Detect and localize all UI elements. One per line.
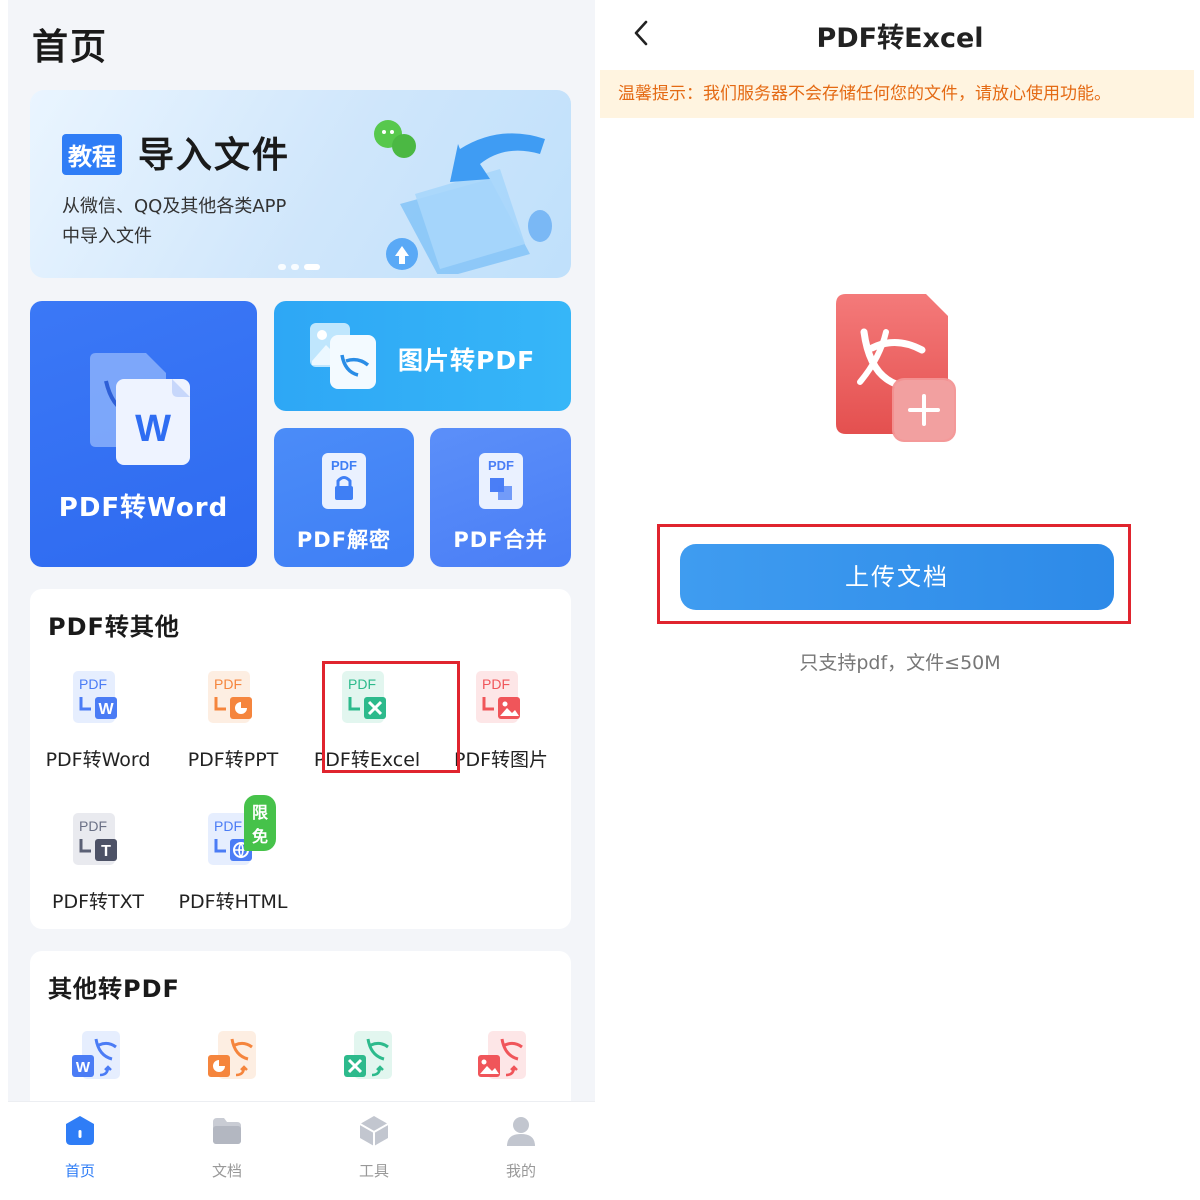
item-label: PDF转Word bbox=[45, 749, 151, 771]
carousel-dot[interactable] bbox=[278, 264, 286, 270]
privacy-notice: 温馨提示：我们服务器不会存储任何您的文件，请放心使用功能。 bbox=[600, 70, 1194, 118]
pdf-to-word-tile[interactable]: W PDF转Word bbox=[30, 301, 257, 567]
svg-text:PDF: PDF bbox=[214, 818, 242, 834]
excel-to-pdf-icon[interactable] bbox=[340, 1029, 396, 1085]
svg-text:T: T bbox=[101, 843, 111, 860]
pdf-to-image-icon: PDF bbox=[476, 671, 520, 723]
tab-home[interactable]: 首页 bbox=[40, 1114, 120, 1181]
import-illustration-icon bbox=[374, 120, 552, 274]
tab-label: 工具 bbox=[358, 1162, 389, 1180]
banner-subtitle-line: 从微信、QQ及其他各类APP bbox=[62, 196, 287, 217]
pdf-to-ppt-item[interactable]: PDF PDF转PPT bbox=[168, 669, 298, 772]
item-label: PDF转TXT bbox=[52, 891, 144, 913]
svg-text:W: W bbox=[135, 408, 171, 450]
pdf-to-txt-item[interactable]: PDF T PDF转TXT bbox=[33, 811, 163, 914]
pdf-to-word-icon: PDF W bbox=[73, 671, 117, 723]
svg-text:PDF: PDF bbox=[214, 676, 242, 692]
banner-subtitle-line: 中导入文件 bbox=[62, 226, 152, 247]
carousel-dots[interactable] bbox=[278, 264, 320, 270]
highlight-box-pdf-to-excel bbox=[322, 661, 460, 773]
svg-text:PDF: PDF bbox=[79, 676, 107, 692]
pdf-word-doc-icon: W bbox=[90, 353, 190, 465]
free-badge: 限免 bbox=[244, 795, 277, 851]
merge-doc-icon: PDF bbox=[479, 453, 523, 509]
image-to-pdf-icon bbox=[310, 323, 376, 389]
lock-doc-icon: PDF bbox=[322, 453, 366, 509]
screen-title: PDF转Excel bbox=[816, 23, 984, 54]
svg-text:W: W bbox=[98, 701, 114, 718]
tab-profile[interactable]: 我的 bbox=[481, 1114, 561, 1181]
tutorial-banner[interactable]: 教程 导入文件 从微信、QQ及其他各类APP 中导入文件 bbox=[30, 90, 571, 278]
image-to-pdf-icon[interactable] bbox=[474, 1029, 530, 1085]
folder-icon bbox=[213, 1118, 241, 1144]
pdf-to-txt-icon: PDF T bbox=[73, 813, 117, 865]
pdf-to-word-label: PDF转Word bbox=[58, 493, 229, 523]
tutorial-tag: 教程 bbox=[62, 134, 122, 175]
add-pdf-icon[interactable] bbox=[834, 292, 964, 452]
section-title: 其他转PDF bbox=[48, 975, 180, 1003]
image-to-pdf-tile[interactable]: 图片转PDF bbox=[274, 301, 571, 411]
pdf-merge-label: PDF合并 bbox=[453, 528, 548, 552]
svg-text:PDF: PDF bbox=[79, 818, 107, 834]
pdf-to-html-item[interactable]: PDF 限免 PDF转HTML bbox=[168, 795, 298, 914]
carousel-dot-active[interactable] bbox=[304, 264, 320, 270]
page-title: 首页 bbox=[32, 27, 109, 68]
pdf-to-word-item[interactable]: PDF W PDF转Word bbox=[33, 669, 163, 772]
svg-text:PDF: PDF bbox=[331, 458, 357, 473]
pdf-to-excel-screen: PDF转Excel 温馨提示：我们服务器不会存储任何您的文件，请放心使用功能。 … bbox=[600, 0, 1200, 1200]
tab-label: 文档 bbox=[211, 1162, 242, 1180]
pdf-decrypt-label: PDF解密 bbox=[296, 528, 392, 552]
pdf-decrypt-tile[interactable]: PDF PDF解密 bbox=[274, 428, 414, 567]
image-to-pdf-label: 图片转PDF bbox=[398, 346, 536, 375]
home-screen: 首页 教程 导入文件 从微信、QQ及其他各类APP 中导入文件 W PDF转Wo… bbox=[8, 0, 595, 1200]
tab-label: 首页 bbox=[64, 1162, 95, 1180]
file-limit-hint: 只支持pdf，文件≤50M bbox=[799, 652, 1001, 674]
section-title: PDF转其他 bbox=[48, 613, 180, 641]
banner-subtitle: 从微信、QQ及其他各类APP 中导入文件 bbox=[62, 192, 322, 252]
home-icon bbox=[66, 1116, 94, 1145]
item-label: PDF转PPT bbox=[187, 749, 279, 771]
svg-text:PDF: PDF bbox=[482, 676, 510, 692]
carousel-dot[interactable] bbox=[291, 264, 299, 270]
pdf-to-other-section: PDF转其他 PDF W PDF转Word PDF PDF转PPT PDF PD… bbox=[30, 589, 571, 929]
pdf-merge-tile[interactable]: PDF PDF合并 bbox=[430, 428, 571, 567]
tools-icon bbox=[359, 1116, 389, 1146]
upload-document-button[interactable]: 上传文档 bbox=[680, 544, 1114, 610]
svg-text:W: W bbox=[76, 1059, 91, 1076]
ppt-to-pdf-icon[interactable] bbox=[204, 1029, 260, 1085]
tab-label: 我的 bbox=[505, 1162, 536, 1180]
user-icon bbox=[507, 1117, 535, 1146]
banner-title: 导入文件 bbox=[138, 135, 291, 176]
bottom-tab-bar: 首页 文档 工具 我的 bbox=[8, 1101, 595, 1200]
item-label: PDF转HTML bbox=[178, 891, 288, 913]
svg-text:PDF: PDF bbox=[488, 458, 514, 473]
word-to-pdf-icon[interactable]: W bbox=[68, 1029, 124, 1085]
tab-tools[interactable]: 工具 bbox=[334, 1114, 414, 1181]
tab-documents[interactable]: 文档 bbox=[187, 1114, 267, 1181]
pdf-to-ppt-icon: PDF bbox=[208, 671, 252, 723]
